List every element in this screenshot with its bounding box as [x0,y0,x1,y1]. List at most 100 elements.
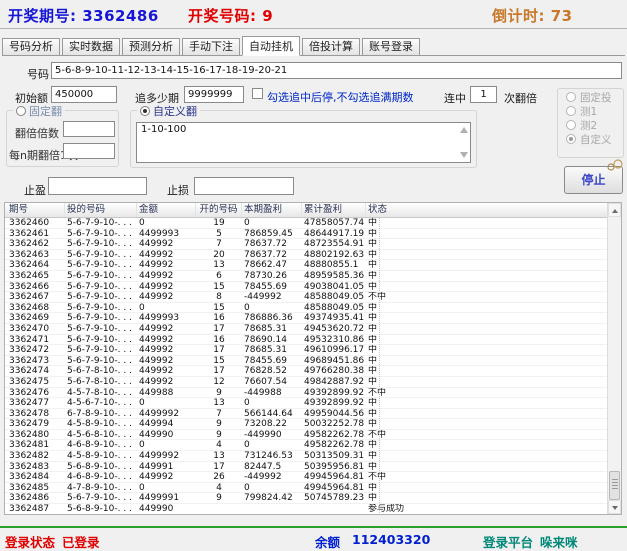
table-row[interactable]: 3362466 5-6-7-9-10-. . . 449992 15 78455.69 4… [5,282,621,293]
table-row[interactable]: 3362460 5-6-7-9-10-. . . 0 19 0 47858057.74 中 [5,218,621,229]
invest-mode-radio[interactable] [566,92,576,102]
cell-cumulative-profit: 50745789.23 [304,493,365,504]
initial-amount-input[interactable] [51,86,117,103]
column-header-period[interactable]: 期号 [5,203,65,217]
table-row[interactable]: 3362481 4-6-8-9-10-. . . 0 4 0 49582262.78 中 [5,440,621,452]
numbers-input[interactable] [51,62,622,79]
cell-numbers: 4-7-8-9-10-. . . [67,482,132,493]
draw-number-label: 开奖号码: [188,7,257,25]
chase-periods-input[interactable] [184,86,244,103]
cell-amount: 4499992 [139,408,180,419]
tab-预测分析[interactable]: 预测分析 [122,38,180,55]
invest-mode-label: 自定义 [580,133,612,146]
cell-amount: 449992 [139,376,174,387]
draw-number-value: 9 [262,7,274,25]
tab-自动挂机[interactable]: 自动挂机 [242,36,300,56]
cell-numbers: 5-6-7-9-10-. . . [67,345,132,355]
table-row[interactable]: 3362483 5-6-8-9-10-. . . 449991 17 82447.5 50… [5,462,621,473]
table-row[interactable]: 3362468 5-6-7-9-10-. . . 0 15 0 48588049.05 中 [5,303,621,314]
textarea-scroll-up-icon[interactable] [460,127,468,133]
invest-mode-radio[interactable] [566,120,576,130]
table-row[interactable]: 3362486 5-6-7-9-10-. . . 4499991 9 799824.42… [5,493,621,505]
invest-mode-option-固定投[interactable]: 固定投 [558,89,623,104]
column-header-status[interactable]: 状态 [366,203,621,217]
cell-period-profit: 786859.45 [244,228,293,239]
streak-count-input[interactable] [470,86,497,103]
cell-amount: 449988 [139,387,174,398]
scroll-down-icon[interactable] [608,500,621,514]
custom-fold-radio[interactable] [140,106,150,116]
scroll-up-icon[interactable] [608,203,621,217]
table-row[interactable]: 3362487 5-6-8-9-10-. . . 449990 参与成功 [5,504,621,514]
table-row[interactable]: 3362482 4-5-8-9-10-. . . 4499992 13 731246.5… [5,451,621,462]
cell-period: 3362484 [9,472,50,482]
stop-profit-input[interactable] [48,177,147,195]
scrollbar-thumb[interactable] [609,471,620,500]
table-row[interactable]: 3362484 4-6-8-9-10-. . . 449992 26 -449992 49… [5,472,621,483]
cell-status: 中 [368,334,378,345]
cell-period-profit: -449988 [244,387,282,398]
invest-mode-option-测1[interactable]: 测1 [558,103,623,118]
cell-status: 中 [368,218,378,228]
results-table: 期号 投的号码 金额 开的号码 本期盈利 累计盈利 状态 3362460 5-6-7-9-10… [4,202,622,515]
table-row[interactable]: 3362479 4-5-8-9-10-. . . 449994 9 73208.22 50… [5,419,621,430]
cell-numbers: 5-6-7-9-10-. . . [67,313,132,323]
tab-实时数据[interactable]: 实时数据 [62,38,120,55]
column-header-amount[interactable]: 金额 [137,203,196,217]
cell-cumulative-profit: 49610996.17 [304,345,365,355]
table-row[interactable]: 3362474 5-6-7-8-10-. . . 449992 17 76828.52 4… [5,366,621,377]
fold-period-input[interactable] [63,143,115,159]
table-row[interactable]: 3362462 5-6-7-9-10-. . . 449992 7 78637.72 48… [5,239,621,250]
table-scrollbar[interactable] [607,203,621,514]
table-row[interactable]: 3362477 4-5-6-7-10-. . . 0 13 0 49392899.92 中 [5,398,621,409]
table-row[interactable]: 3362471 5-6-7-9-10-. . . 449992 16 78690.14 4… [5,335,621,346]
table-row[interactable]: 3362475 5-6-7-8-10-. . . 449992 12 76607.54 4… [5,377,621,388]
table-row[interactable]: 3362478 6-7-8-9-10-. . . 4499992 7 566144.64… [5,409,621,420]
fixed-fold-option[interactable]: 固定翻 [13,103,65,119]
fixed-fold-radio[interactable] [16,106,26,116]
table-row[interactable]: 3362472 5-6-7-9-10-. . . 449992 17 78685.31 4… [5,345,621,356]
stop-button[interactable]: 停止 [564,159,623,194]
invest-mode-radio[interactable] [566,134,576,144]
table-row[interactable]: 3362465 5-6-7-9-10-. . . 449992 6 78730.26 48… [5,271,621,282]
tab-账号登录[interactable]: 账号登录 [362,38,420,55]
custom-fold-textarea[interactable]: 1-10-100 [136,122,471,163]
cell-amount: 449992 [139,260,174,270]
multiplier-input[interactable] [63,121,115,137]
table-row[interactable]: 3362476 4-5-7-8-10-. . . 449988 9 -449988 493… [5,388,621,399]
invest-mode-option-测2[interactable]: 测2 [558,117,623,132]
cell-status: 中 [368,366,378,376]
cell-period-profit: 76828.52 [244,366,287,376]
column-header-drawn-number[interactable]: 开的号码 [196,203,242,217]
cell-amount: 449992 [139,355,174,366]
cell-period-profit: 73208.22 [244,419,287,429]
table-row[interactable]: 3362464 5-6-7-9-10-. . . 449992 13 78662.47 4… [5,260,621,271]
table-row[interactable]: 3362473 5-6-7-9-10-. . . 449992 15 78455.69 4… [5,356,621,367]
column-gridline [379,218,380,514]
draw-period-value: 3362486 [82,7,159,25]
column-header-numbers[interactable]: 投的号码 [65,203,137,217]
custom-fold-option[interactable]: 自定义翻 [137,103,200,119]
cell-numbers: 5-6-7-9-10-. . . [67,323,132,334]
tab-号码分析[interactable]: 号码分析 [2,38,60,55]
status-bar: 登录状态 已登录 余额 112403320 登录平台 哚来咪 [0,526,627,550]
invest-mode-radio[interactable] [566,106,576,116]
table-row[interactable]: 3362470 5-6-7-9-10-. . . 449992 17 78685.31 4… [5,324,621,335]
cell-numbers: 4-5-8-9-10-. . . [67,451,132,461]
table-row[interactable]: 3362485 4-7-8-9-10-. . . 0 4 0 49945964.81 中 [5,483,621,494]
streak-label: 连中 [444,92,466,105]
invest-mode-option-自定义[interactable]: 自定义 [558,131,623,146]
table-row[interactable]: 3362480 4-5-6-8-10-. . . 449990 9 -449990 495… [5,430,621,441]
stop-loss-input[interactable] [194,177,294,195]
textarea-scroll-down-icon[interactable] [460,152,468,158]
tab-手动下注[interactable]: 手动下注 [182,38,240,55]
table-row[interactable]: 3362463 5-6-7-9-10-. . . 449992 20 78637.72 4… [5,250,621,261]
column-header-cumulative-profit[interactable]: 累计盈利 [302,203,366,217]
table-row[interactable]: 3362461 5-6-7-9-10-. . . 4499993 5 786859.45… [5,229,621,240]
table-row[interactable]: 3362469 5-6-7-9-10-. . . 4499993 16 786886.3… [5,313,621,324]
tab-倍投计算[interactable]: 倍投计算 [302,38,360,55]
column-header-period-profit[interactable]: 本期盈利 [242,203,302,217]
table-row[interactable]: 3362467 5-6-7-9-10-. . . 449992 8 -449992 485… [5,292,621,303]
cell-numbers: 5-6-7-9-10-. . . [67,281,132,292]
stop-after-win-checkbox[interactable] [252,88,263,99]
